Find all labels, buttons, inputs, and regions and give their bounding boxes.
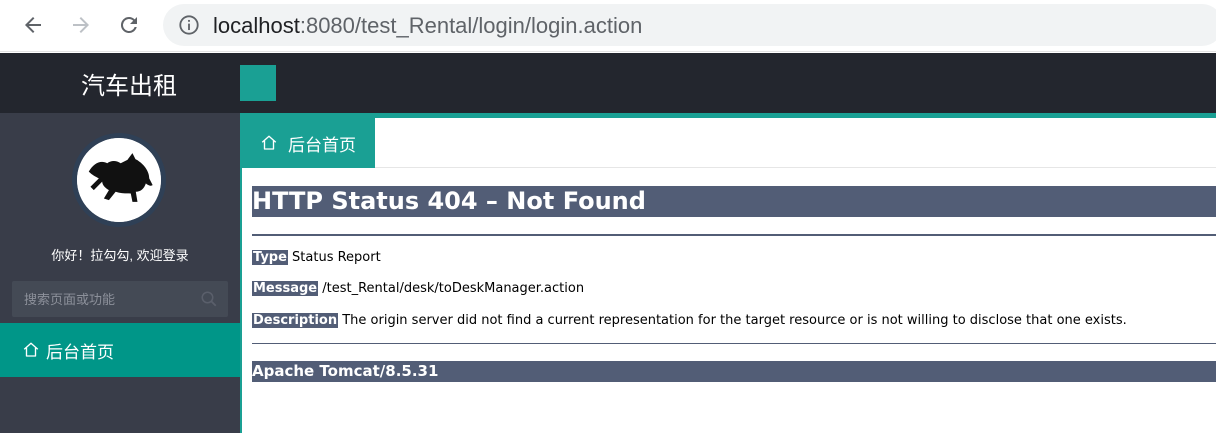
browser-toolbar: localhost:8080/test_Rental/login/login.a…	[0, 0, 1216, 52]
welcome-text: 你好！拉勾勾, 欢迎登录	[51, 248, 189, 263]
reload-button[interactable]	[114, 10, 144, 40]
divider	[252, 343, 1216, 344]
error-description-label: Description	[252, 313, 339, 328]
back-arrow-icon	[25, 17, 41, 33]
sidebar-item-label: 后台首页	[46, 342, 114, 362]
address-bar[interactable]: localhost:8080/test_Rental/login/login.a…	[163, 4, 1216, 46]
tab-label: 后台首页	[288, 135, 356, 155]
sidebar-item-dashboard[interactable]: 后台首页	[0, 323, 240, 377]
sidebar-toggle-button[interactable]	[240, 65, 276, 101]
error-type-row: Type Status Report	[252, 250, 381, 265]
error-page: HTTP Status 404 – Not Found Type Status …	[252, 168, 1216, 433]
tab-dashboard[interactable]: 后台首页	[242, 118, 375, 168]
error-type-value: Status Report	[287, 250, 381, 265]
forward-button[interactable]	[66, 10, 96, 40]
home-icon	[23, 342, 39, 357]
error-title: HTTP Status 404 – Not Found	[252, 186, 1216, 217]
error-message-row: Message /test_Rental/desk/toDeskManager.…	[252, 281, 584, 296]
error-message-label: Message	[252, 281, 319, 296]
search-input[interactable]	[12, 281, 192, 317]
home-icon	[261, 135, 277, 150]
error-description-row: Description The origin server did not fi…	[252, 313, 1127, 328]
divider	[252, 234, 1216, 236]
url-host: localhost	[213, 13, 300, 38]
back-button[interactable]	[18, 10, 48, 40]
search-box[interactable]	[12, 281, 228, 317]
brand-title[interactable]: 汽车出租	[0, 53, 258, 113]
url-text[interactable]: localhost:8080/test_Rental/login/login.a…	[213, 13, 642, 39]
server-footer: Apache Tomcat/8.5.31	[252, 361, 1216, 382]
error-type-label: Type	[252, 250, 288, 265]
sidebar: 你好！拉勾勾, 欢迎登录 后台首页	[0, 113, 240, 433]
error-message-value: /test_Rental/desk/toDeskManager.action	[318, 281, 585, 296]
url-path: :8080/test_Rental/login/login.action	[299, 13, 643, 38]
tab-bar: 后台首页	[242, 118, 1216, 168]
forward-arrow-icon	[73, 17, 89, 33]
info-icon[interactable]	[178, 14, 200, 36]
search-icon[interactable]	[200, 290, 218, 308]
reload-icon	[120, 16, 137, 33]
app-header: 汽车出租	[0, 53, 1216, 113]
avatar	[72, 133, 166, 227]
error-description-value: The origin server did not find a current…	[338, 313, 1127, 328]
horse-logo-icon	[77, 138, 161, 222]
